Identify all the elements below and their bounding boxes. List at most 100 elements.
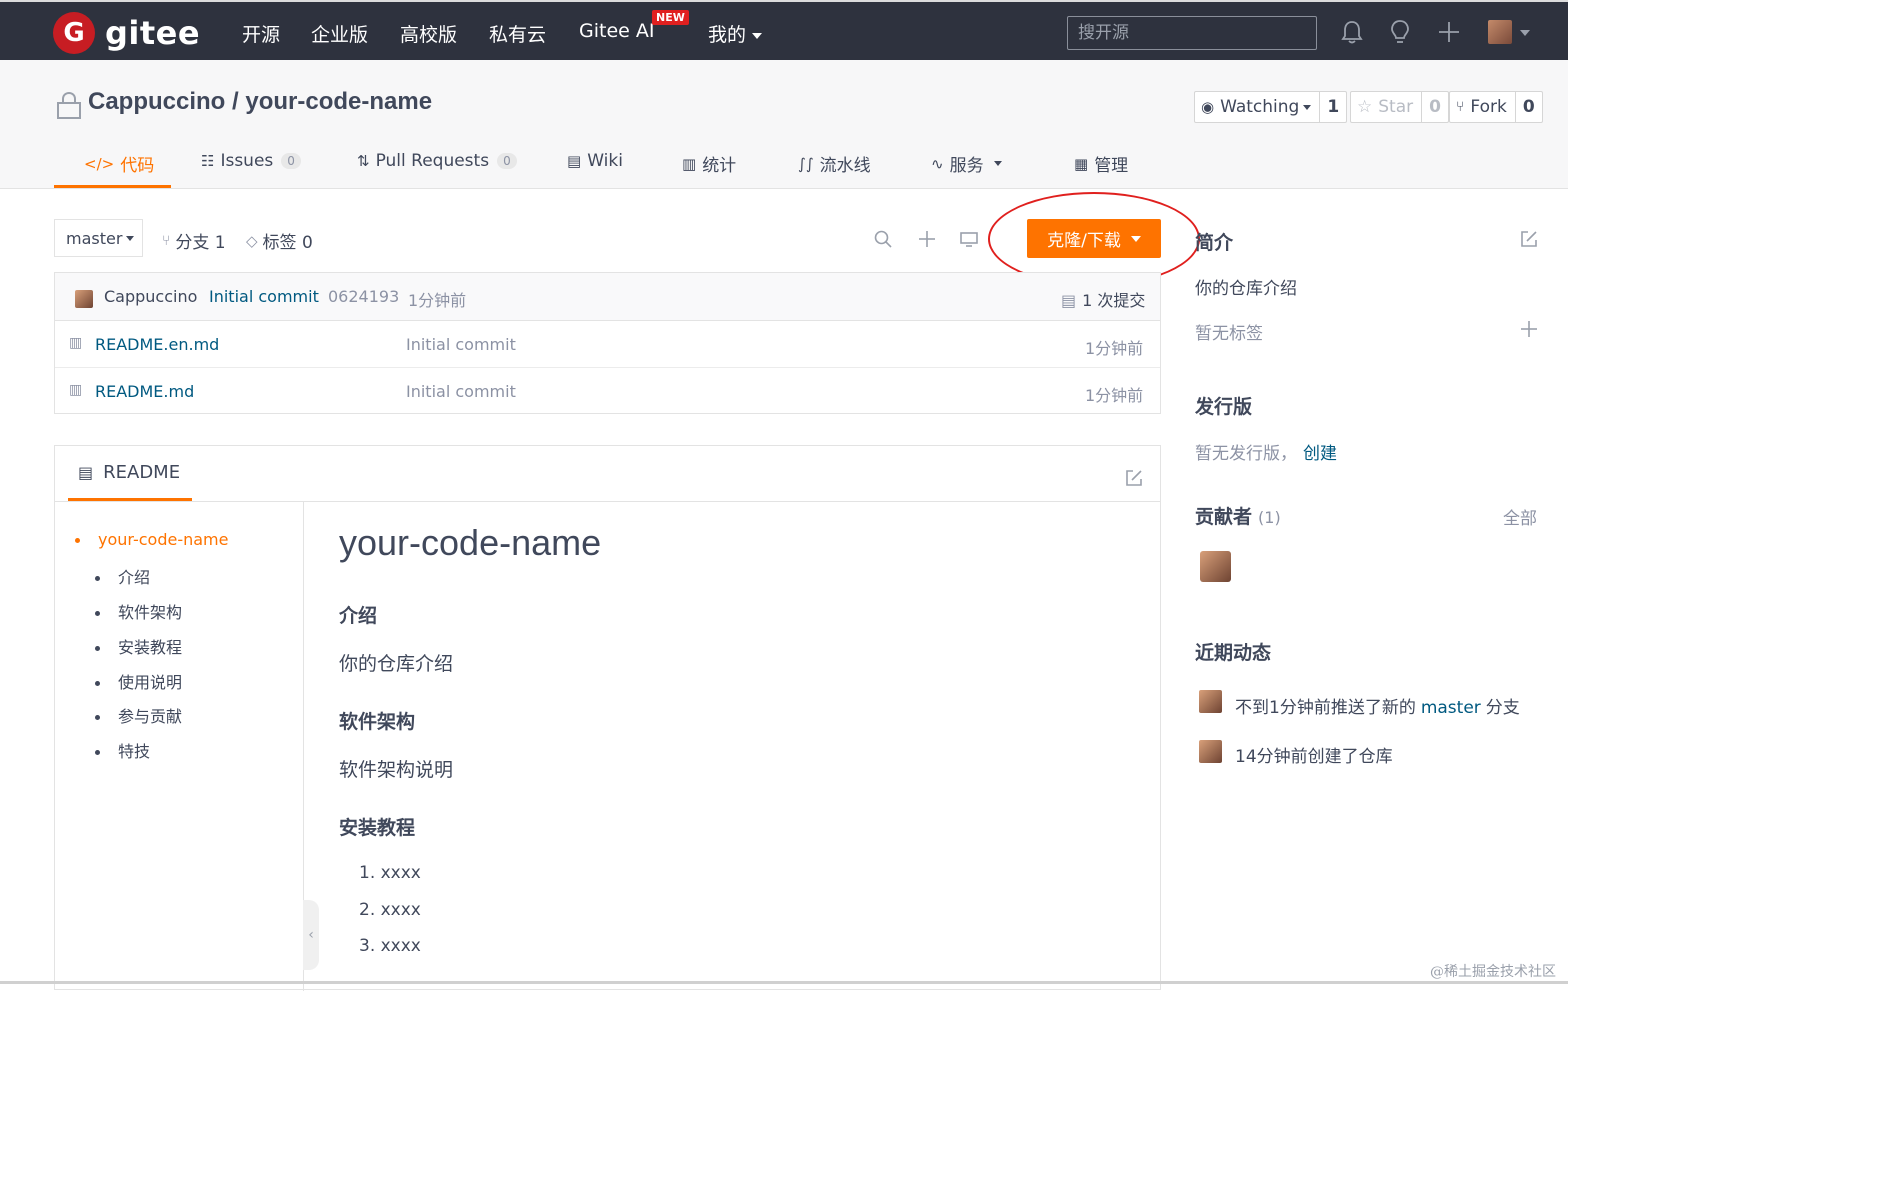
tab-code-label: 代码 bbox=[120, 156, 155, 176]
fork-label: Fork bbox=[1470, 97, 1507, 117]
contributors-count: (1) bbox=[1258, 508, 1281, 527]
commit-time: 1分钟前 bbox=[408, 291, 467, 310]
star-button[interactable]: ☆ Star 0 bbox=[1350, 91, 1449, 123]
bullet-icon bbox=[95, 646, 100, 651]
commit-message[interactable]: Initial commit bbox=[209, 287, 319, 306]
toc-item[interactable]: your-code-name bbox=[75, 530, 228, 549]
new-badge: NEW bbox=[652, 10, 689, 25]
toc-item[interactable]: 特技 bbox=[95, 738, 150, 762]
tab-service[interactable]: ∿ 服务 bbox=[931, 151, 1002, 176]
avatar-menu-chevron-icon[interactable] bbox=[1520, 30, 1530, 36]
activity-branch-link[interactable]: master bbox=[1421, 698, 1481, 718]
readme-header: ▤ README bbox=[55, 446, 1160, 502]
watching-button[interactable]: ◉ Watching 1 bbox=[1194, 91, 1348, 123]
commit-author[interactable]: Cappuccino bbox=[104, 287, 197, 306]
activity-avatar[interactable] bbox=[1199, 690, 1222, 713]
file-name[interactable]: README.en.md bbox=[95, 335, 219, 354]
edit-icon[interactable] bbox=[1124, 468, 1144, 488]
nav-gitee-ai[interactable]: Gitee AI bbox=[579, 20, 654, 42]
commit-count: 1 次提交 bbox=[1082, 291, 1146, 310]
search-input[interactable] bbox=[1067, 16, 1317, 50]
readme-tab[interactable]: ▤ README bbox=[68, 446, 192, 501]
toc-item[interactable]: 软件架构 bbox=[95, 599, 182, 623]
no-release-text: 暂无发行版， bbox=[1195, 444, 1297, 464]
bell-icon[interactable] bbox=[1338, 18, 1366, 46]
repo-title[interactable]: Cappuccino / your-code-name bbox=[88, 88, 432, 116]
toc-item-label: 安装教程 bbox=[118, 638, 183, 657]
user-avatar[interactable] bbox=[1488, 20, 1512, 44]
file-list: Cappuccino Initial commit 0624193 1分钟前 ▤… bbox=[54, 272, 1161, 414]
web-ide-icon[interactable] bbox=[959, 229, 979, 249]
star-count[interactable]: 0 bbox=[1421, 92, 1448, 122]
file-commit-message[interactable]: Initial commit bbox=[406, 382, 516, 401]
tab-pipeline[interactable]: ∫∫ 流水线 bbox=[798, 151, 871, 177]
commit-count-link[interactable]: ▤ 1 次提交 bbox=[1061, 287, 1145, 311]
activity-title: 近期动态 bbox=[1195, 642, 1272, 664]
readme-title: your-code-name bbox=[339, 522, 602, 563]
contributors-title: 贡献者 (1) bbox=[1195, 502, 1281, 529]
branch-select[interactable]: master bbox=[54, 219, 143, 257]
tab-code[interactable]: </> 代码 bbox=[84, 151, 155, 177]
lightbulb-icon[interactable] bbox=[1386, 18, 1414, 46]
toc-item[interactable]: 使用说明 bbox=[95, 669, 182, 693]
toc-item-label: 介绍 bbox=[118, 568, 151, 587]
chevron-down-icon bbox=[126, 235, 135, 241]
nav-university[interactable]: 高校版 bbox=[400, 20, 457, 47]
commits-icon: ▤ bbox=[1061, 291, 1077, 310]
create-release-link[interactable]: 创建 bbox=[1303, 444, 1337, 464]
toc-item[interactable]: 安装教程 bbox=[95, 634, 182, 658]
fork-button[interactable]: ⑂ Fork 0 bbox=[1449, 91, 1543, 123]
file-time: 1分钟前 bbox=[1085, 339, 1144, 358]
table-row[interactable]: ▥ README.md Initial commit 1分钟前 bbox=[55, 368, 1160, 415]
tab-stats[interactable]: ▥ 统计 bbox=[682, 151, 736, 177]
latest-commit-row: Cappuccino Initial commit 0624193 1分钟前 ▤… bbox=[55, 273, 1160, 321]
nav-enterprise[interactable]: 企业版 bbox=[311, 20, 368, 47]
toc-collapse-handle[interactable]: ‹ bbox=[303, 900, 319, 970]
readme-heading-arch: 软件架构 bbox=[339, 711, 416, 733]
branches-link[interactable]: ⑂ 分支 1 bbox=[162, 228, 226, 254]
activity-avatar[interactable] bbox=[1199, 740, 1222, 763]
add-file-icon[interactable] bbox=[917, 229, 937, 249]
toc-item[interactable]: 参与贡献 bbox=[95, 703, 182, 727]
tag-icon: ◇ bbox=[246, 231, 258, 250]
toc-item-label: 参与贡献 bbox=[118, 707, 183, 726]
activity-item: 14分钟前创建了仓库 bbox=[1235, 747, 1393, 767]
watermark: @稀土掘金技术社区 bbox=[1430, 964, 1556, 980]
issues-icon: ☷ bbox=[201, 152, 215, 170]
nav-private-cloud[interactable]: 私有云 bbox=[489, 20, 546, 47]
contributors-label: 贡献者 bbox=[1195, 506, 1253, 528]
pull-request-icon: ⇅ bbox=[357, 152, 370, 170]
watching-count[interactable]: 1 bbox=[1319, 92, 1346, 122]
commit-hash[interactable]: 0624193 bbox=[328, 287, 399, 306]
nav-mine[interactable]: 我的 bbox=[708, 20, 763, 47]
edit-icon[interactable] bbox=[1519, 229, 1539, 249]
search-icon[interactable] bbox=[873, 229, 893, 249]
commit-author-avatar[interactable] bbox=[75, 290, 93, 308]
branch-icon: ⑂ bbox=[162, 232, 171, 249]
file-name[interactable]: README.md bbox=[95, 382, 194, 401]
plus-icon[interactable] bbox=[1435, 18, 1463, 46]
contributors-all-link[interactable]: 全部 bbox=[1503, 504, 1537, 529]
tab-manage[interactable]: ▦ 管理 bbox=[1074, 151, 1128, 177]
tab-wiki[interactable]: ▤ Wiki bbox=[567, 151, 623, 171]
bottom-border bbox=[0, 981, 1568, 984]
chevron-down-icon bbox=[993, 161, 1002, 166]
book-icon: ▥ bbox=[69, 335, 83, 351]
gitee-logo[interactable]: G gitee bbox=[53, 12, 200, 54]
contributor-avatar[interactable] bbox=[1200, 551, 1231, 582]
toc-item-label: 使用说明 bbox=[118, 673, 183, 692]
file-commit-message[interactable]: Initial commit bbox=[406, 335, 516, 354]
branches-label: 分支 1 bbox=[175, 233, 226, 253]
tab-pull-requests[interactable]: ⇅ Pull Requests 0 bbox=[357, 151, 517, 171]
about-title: 简介 bbox=[1195, 232, 1234, 254]
nav-mine-label: 我的 bbox=[708, 24, 747, 46]
toc-item[interactable]: 介绍 bbox=[95, 564, 150, 588]
tags-link[interactable]: ◇ 标签 0 bbox=[246, 228, 313, 254]
plus-icon[interactable] bbox=[1520, 320, 1538, 338]
table-row[interactable]: ▥ README.en.md Initial commit 1分钟前 bbox=[55, 321, 1160, 368]
fork-count[interactable]: 0 bbox=[1514, 92, 1542, 122]
chevron-left-icon: ‹ bbox=[308, 927, 314, 943]
nav-open-source[interactable]: 开源 bbox=[242, 20, 280, 47]
readme-intro-text: 你的仓库介绍 bbox=[339, 653, 454, 675]
tab-issues[interactable]: ☷ Issues 0 bbox=[201, 151, 301, 171]
